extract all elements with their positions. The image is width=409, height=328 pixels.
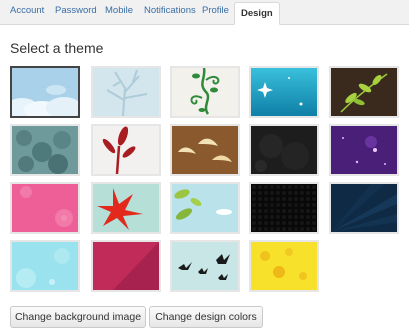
yellow-butterflies-image — [251, 242, 317, 290]
tab-profile[interactable]: Profile — [202, 5, 229, 16]
green-vines-image — [172, 68, 238, 116]
theme-thumbnail-teal-sparkles[interactable] — [249, 66, 319, 118]
theme-thumbnail-pale-branches[interactable] — [91, 66, 161, 118]
theme-thumbnail-leaves-on-brown[interactable] — [329, 66, 399, 118]
settings-tabs: Account Password Mobile Notifications Pr… — [0, 0, 409, 25]
red-plant-image — [93, 126, 159, 174]
theme-thumbnail-black-hex-pattern[interactable] — [249, 182, 319, 234]
teal-foliage-image — [12, 126, 78, 174]
light-blue-bubbles-image — [12, 242, 78, 290]
theme-thumbnail-teal-foliage[interactable] — [10, 124, 80, 176]
change-design-colors-button[interactable]: Change design colors — [149, 306, 263, 328]
change-background-image-button[interactable]: Change background image — [10, 306, 146, 328]
theme-thumbnail-green-vines[interactable] — [170, 66, 240, 118]
theme-thumbnail-navy-rays[interactable] — [329, 182, 399, 234]
theme-thumbnail-dark-grunge[interactable] — [249, 124, 319, 176]
pink-flowers-image — [12, 184, 78, 232]
page-title: Select a theme — [10, 40, 104, 56]
theme-thumbnail-birds-on-brown[interactable] — [170, 124, 240, 176]
navy-rays-image — [331, 184, 397, 232]
black-hex-pattern-image — [251, 184, 317, 232]
tab-mobile[interactable]: Mobile — [105, 5, 133, 16]
theme-thumbnail-red-leaf[interactable] — [91, 182, 161, 234]
theme-thumbnail-light-blue-bubbles[interactable] — [10, 240, 80, 292]
theme-thumbnail-red-plant[interactable] — [91, 124, 161, 176]
theme-thumbnail-pink-flowers[interactable] — [10, 182, 80, 234]
dark-grunge-image — [251, 126, 317, 174]
red-leaf-image — [93, 184, 159, 232]
birds-on-brown-image — [172, 126, 238, 174]
theme-thumbnail-green-leaves-sky[interactable] — [170, 182, 240, 234]
theme-thumbnail-black-birds-sky[interactable] — [170, 240, 240, 292]
black-birds-sky-image — [172, 242, 238, 290]
tab-design[interactable]: Design — [234, 2, 280, 25]
tab-password[interactable]: Password — [55, 5, 97, 16]
theme-thumbnail-clouds-sky[interactable] — [10, 66, 80, 118]
tab-notifications[interactable]: Notifications — [144, 5, 196, 16]
crimson-diagonal-image — [93, 242, 159, 290]
leaves-on-brown-image — [331, 68, 397, 116]
green-leaves-sky-image — [172, 184, 238, 232]
theme-thumbnail-yellow-butterflies[interactable] — [249, 240, 319, 292]
theme-thumbnail-purple-stars[interactable] — [329, 124, 399, 176]
theme-thumbnail-crimson-diagonal[interactable] — [91, 240, 161, 292]
teal-sparkles-image — [251, 68, 317, 116]
purple-stars-image — [331, 126, 397, 174]
clouds-sky-image — [12, 68, 78, 116]
pale-branches-image — [93, 68, 159, 116]
tab-account[interactable]: Account — [10, 5, 44, 16]
